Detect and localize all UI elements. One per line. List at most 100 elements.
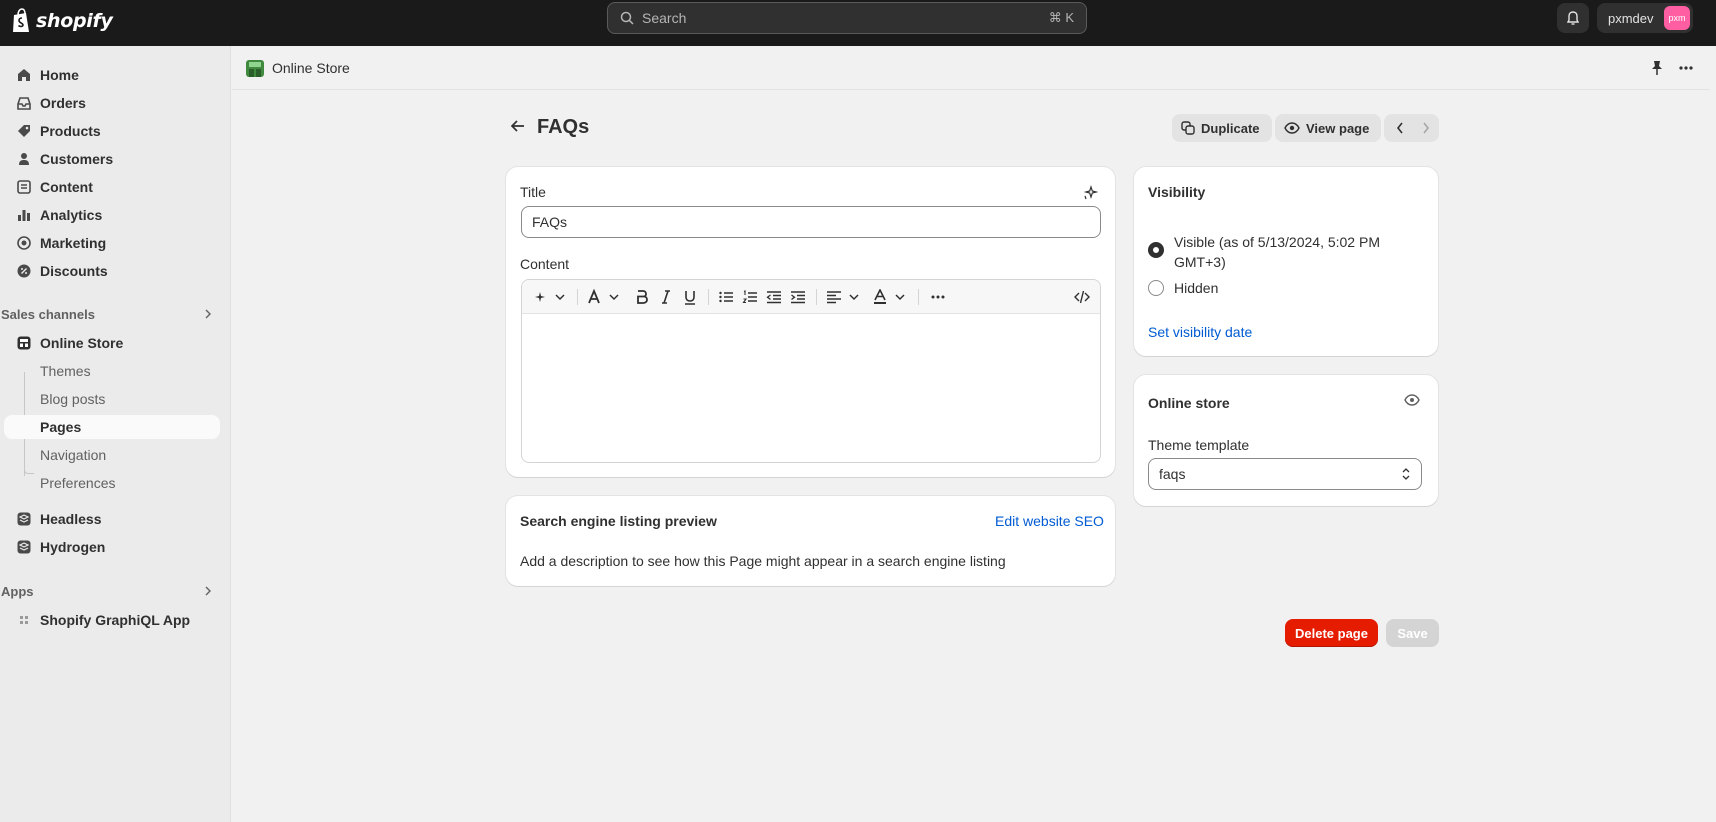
text-color-icon[interactable]	[872, 289, 888, 305]
select-arrows-icon	[1402, 468, 1410, 480]
sidebar-item-discounts[interactable]: Discounts	[4, 259, 220, 283]
bold-icon[interactable]	[634, 289, 650, 305]
sidebar-item-preferences[interactable]: Preferences	[4, 471, 220, 495]
sidebar-item-customers[interactable]: Customers	[4, 147, 220, 171]
numbered-list-icon[interactable]	[742, 289, 758, 305]
sidebar-sub-label: Pages	[40, 419, 82, 435]
chevron-down-icon[interactable]	[552, 289, 568, 305]
pin-icon[interactable]	[1650, 60, 1664, 76]
edit-seo-link[interactable]: Edit website SEO	[995, 513, 1104, 529]
toolbar-divider	[577, 289, 578, 305]
sidebar-item-label: Orders	[40, 95, 86, 111]
online-store-heading: Online store	[1148, 395, 1230, 411]
sidebar-item-pages[interactable]: Pages	[4, 415, 220, 439]
sidebar-item-label: Home	[40, 67, 79, 83]
sidebar-item-marketing[interactable]: Marketing	[4, 231, 220, 255]
chevron-down-icon[interactable]	[846, 289, 862, 305]
back-arrow-icon[interactable]	[510, 118, 526, 134]
eye-icon[interactable]	[1404, 394, 1420, 406]
online-store-card: Online store Theme template faqs	[1134, 375, 1438, 506]
more-horizontal-icon[interactable]	[930, 289, 946, 305]
italic-icon[interactable]	[658, 289, 674, 305]
search-shortcut: ⌘ K	[1048, 10, 1074, 25]
account-menu[interactable]: pxmdev pxm	[1597, 3, 1693, 33]
sidebar-item-home[interactable]: Home	[4, 63, 220, 87]
sidebar-item-label: Headless	[40, 511, 102, 527]
content-label: Content	[520, 256, 570, 272]
sidebar-item-graphiql-app[interactable]: Shopify GraphiQL App	[4, 608, 220, 632]
chevron-down-icon[interactable]	[892, 289, 908, 305]
save-button[interactable]: Save	[1386, 619, 1439, 647]
delete-page-button[interactable]: Delete page	[1285, 619, 1378, 647]
sidebar-item-label: Products	[40, 123, 101, 139]
search-placeholder: Search	[642, 10, 687, 26]
apps-label: Apps	[1, 583, 34, 599]
duplicate-button[interactable]: Duplicate	[1172, 114, 1272, 142]
theme-template-value: faqs	[1159, 466, 1186, 482]
ai-sparkle-icon[interactable]	[532, 289, 548, 305]
align-left-icon[interactable]	[826, 289, 842, 305]
more-actions-icon[interactable]	[1678, 60, 1694, 76]
sidebar-item-blog-posts[interactable]: Blog posts	[4, 387, 220, 411]
title-input[interactable]: FAQs	[521, 206, 1101, 238]
visible-radio[interactable]	[1148, 242, 1164, 258]
indent-icon[interactable]	[790, 289, 806, 305]
theme-template-select[interactable]: faqs	[1148, 458, 1422, 490]
notifications-button[interactable]	[1557, 3, 1589, 33]
sidebar-item-products[interactable]: Products	[4, 119, 220, 143]
sidebar-item-orders[interactable]: Orders	[4, 91, 220, 115]
content-icon	[17, 180, 31, 194]
visibility-heading: Visibility	[1148, 184, 1206, 200]
duplicate-label: Duplicate	[1201, 120, 1260, 136]
chevron-down-icon[interactable]	[606, 289, 622, 305]
chevron-right-icon	[1423, 122, 1430, 134]
sidebar-item-analytics[interactable]: Analytics	[4, 203, 220, 227]
outdent-icon[interactable]	[766, 289, 782, 305]
view-page-button[interactable]: View page	[1275, 114, 1382, 142]
sparkle-icon[interactable]	[1082, 185, 1098, 201]
home-icon	[18, 69, 30, 81]
sidebar-item-content[interactable]: Content	[4, 175, 220, 199]
toolbar-divider	[816, 289, 817, 305]
sales-channels-heading[interactable]: Sales channels	[1, 304, 217, 324]
visibility-card: Visibility Visible (as of 5/13/2024, 5:0…	[1134, 167, 1438, 356]
shopify-logo[interactable]: shopify	[10, 8, 113, 34]
sidebar-item-hydrogen[interactable]: Hydrogen	[4, 535, 220, 559]
page-content-card: Title FAQs Content	[506, 167, 1115, 477]
scrollbar-track[interactable]	[1710, 46, 1716, 822]
sidebar-item-label: Analytics	[40, 207, 103, 223]
header-title: Online Store	[272, 60, 350, 76]
person-icon	[19, 153, 29, 165]
sidebar-item-label: Discounts	[40, 263, 108, 279]
sidebar-sub-label: Blog posts	[40, 391, 106, 407]
code-view-icon[interactable]	[1074, 289, 1090, 305]
hidden-radio[interactable]	[1148, 280, 1164, 296]
duplicate-icon	[1181, 121, 1195, 135]
apps-heading[interactable]: Apps	[1, 581, 217, 601]
search-icon	[620, 11, 634, 25]
sidebar-item-navigation[interactable]: Navigation	[4, 443, 220, 467]
sidebar-item-themes[interactable]: Themes	[4, 359, 220, 383]
set-visibility-date-link[interactable]: Set visibility date	[1148, 324, 1252, 340]
sidebar-item-label: Hydrogen	[40, 539, 106, 555]
search-bar[interactable]: Search ⌘ K	[607, 2, 1087, 34]
next-button[interactable]	[1421, 121, 1431, 138]
text-format-icon[interactable]	[586, 289, 602, 305]
sales-channels-label: Sales channels	[1, 306, 95, 322]
hydrogen-icon	[17, 540, 31, 554]
avatar: pxm	[1664, 6, 1690, 30]
online-store-icon	[246, 60, 264, 77]
shopify-bag-icon	[13, 8, 29, 32]
sidebar-sub-label: Themes	[40, 363, 91, 379]
bullet-list-icon[interactable]	[718, 289, 734, 305]
hidden-label: Hidden	[1174, 280, 1219, 296]
underline-icon[interactable]	[682, 289, 698, 305]
chevron-right-icon	[205, 309, 211, 319]
sidebar-item-online-store[interactable]: Online Store	[4, 331, 220, 355]
eye-icon	[1284, 122, 1300, 134]
sidebar-item-headless[interactable]: Headless	[4, 507, 220, 531]
rich-text-editor[interactable]	[521, 279, 1101, 463]
visible-label-line2: GMT+3)	[1174, 254, 1226, 270]
previous-button[interactable]	[1395, 121, 1405, 138]
seo-heading: Search engine listing preview	[520, 513, 717, 529]
